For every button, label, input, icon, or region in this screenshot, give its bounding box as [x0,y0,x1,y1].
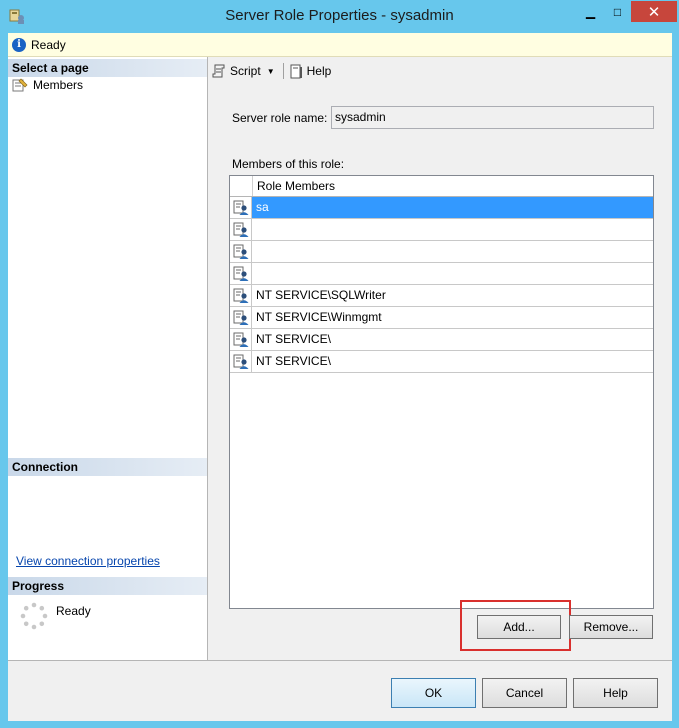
dialog-window: Server Role Properties - sysadmin ▁ □ ✕ … [0,0,679,728]
user-icon [233,288,248,303]
page-icon [12,78,28,92]
role-name-field[interactable]: sysadmin [331,106,654,129]
user-icon [233,266,248,281]
user-icon [233,244,248,259]
dialog-body: Select a page Members Connection View co… [8,57,672,721]
script-label: Script [230,64,261,78]
toolbar: Script ▼ Help [208,57,672,85]
title-bar[interactable]: Server Role Properties - sysadmin ▁ □ ✕ [0,0,679,32]
button-bar: OK Cancel Help [8,660,672,721]
minimize-button[interactable]: ▁ [577,1,604,22]
right-panel: Script ▼ Help Server role name: sysadmin… [208,57,672,660]
left-panel: Select a page Members Connection View co… [8,57,208,660]
user-icon [233,200,248,215]
table-row[interactable]: NT SERVICE\Winmgmt [230,307,653,329]
table-row[interactable]: NT SERVICE\SQLWriter [230,285,653,307]
role-member-name: NT SERVICE\ [256,354,331,368]
table-row[interactable] [230,241,653,263]
close-button[interactable]: ✕ [631,1,677,22]
user-icon [233,310,248,325]
maximize-icon: □ [613,4,622,19]
info-icon: i [12,37,26,52]
progress-status: Ready [56,604,91,618]
table-row[interactable]: sa [230,197,653,219]
help-label: Help [306,64,332,78]
row-icon-cell [230,329,252,350]
progress-spinner-icon [20,602,48,630]
progress-header: Progress [8,577,207,595]
grid-header: Role Members [230,176,653,197]
table-row[interactable] [230,219,653,241]
role-member-name: NT SERVICE\Winmgmt [256,310,382,324]
add-button[interactable]: Add... [477,615,561,639]
connection-header: Connection [8,458,207,476]
close-icon: ✕ [647,3,661,21]
status-text: Ready [31,37,66,52]
column-header-role-members[interactable]: Role Members [252,176,653,196]
cancel-button[interactable]: Cancel [482,678,567,708]
row-icon-cell [230,351,252,372]
page-item-label: Members [33,78,84,92]
status-bar: i Ready [8,33,672,57]
remove-button[interactable]: Remove... [569,615,653,639]
view-connection-properties-link[interactable]: View connection properties [16,554,160,568]
user-icon [233,222,248,237]
role-member-name: NT SERVICE\SQLWriter [256,288,386,302]
row-icon-cell [230,263,252,284]
page-item-members[interactable]: Members [12,78,83,92]
select-page-header: Select a page [8,59,207,77]
help-toolbar-button[interactable]: Help [289,64,332,79]
user-icon [233,332,248,347]
row-icon-cell [230,197,252,218]
ok-button[interactable]: OK [391,678,476,708]
role-member-name: sa [256,200,269,214]
user-icon [233,354,248,369]
toolbar-divider [282,63,284,79]
script-button[interactable]: Script ▼ [212,64,275,79]
maximize-button[interactable]: □ [604,1,631,22]
members-label: Members of this role: [232,157,345,171]
minimize-icon: ▁ [585,4,596,19]
script-icon [212,64,225,77]
table-row[interactable]: NT SERVICE\ [230,329,653,351]
help-button[interactable]: Help [573,678,658,708]
role-members-grid[interactable]: Role Members sa NT SERVICE\SQLWriter NT SE… [229,175,654,609]
chevron-down-icon[interactable]: ▼ [267,67,275,76]
table-row[interactable]: NT SERVICE\ [230,351,653,373]
table-row[interactable] [230,263,653,285]
row-icon-cell [230,219,252,240]
role-member-name: NT SERVICE\ [256,332,331,346]
role-name-label: Server role name: [232,111,328,125]
row-icon-cell [230,241,252,262]
help-book-icon [290,64,302,78]
row-icon-cell [230,285,252,306]
row-icon-cell [230,307,252,328]
selection-highlight [252,197,653,218]
